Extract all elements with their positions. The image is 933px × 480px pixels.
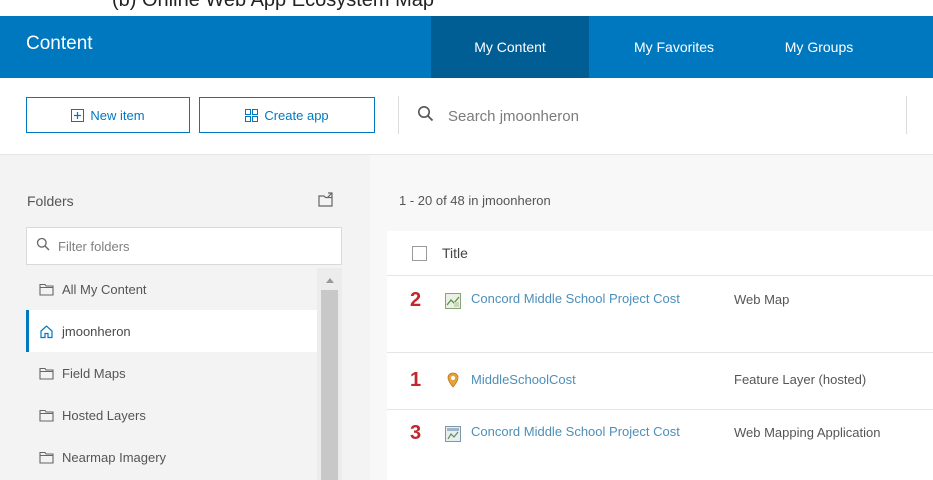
top-header: Content My Content My Favorites My Group… (0, 16, 933, 78)
filter-folders-box (26, 227, 342, 265)
search-input[interactable] (446, 106, 850, 126)
scrollbar-thumb[interactable] (321, 290, 338, 480)
table-header: Title (387, 231, 933, 276)
table-row: 2 Concord Middle School Project Cost Web… (387, 276, 933, 353)
table-row: 3 Concord Middle School Project Cost Web… (387, 410, 933, 480)
figure-caption: (b) Online Web App Ecosystem Map (0, 0, 933, 16)
folders-sidebar: Folders All My Content jmoonheron Field … (0, 155, 370, 480)
table-row: 1 MiddleSchoolCost Feature Layer (hosted… (387, 353, 933, 410)
folder-list: All My Content jmoonheron Field Maps Hos… (26, 268, 317, 480)
toolbar-divider (398, 96, 399, 134)
folder-icon (39, 282, 54, 297)
new-folder-icon[interactable] (318, 192, 334, 212)
sidebar-item-label: jmoonheron (62, 323, 131, 339)
item-type: Web Map (734, 292, 790, 307)
feature-layer-icon (445, 372, 461, 388)
sidebar-item-label: Nearmap Imagery (62, 449, 167, 465)
item-title-link[interactable]: MiddleSchoolCost (471, 369, 711, 391)
web-map-icon (445, 293, 461, 309)
web-app-icon (445, 426, 461, 442)
results-count: 1 - 20 of 48 in jmoonheron (399, 193, 551, 208)
sidebar-item-label: All My Content (62, 281, 147, 297)
app-grid-icon (245, 108, 259, 122)
column-header-title[interactable]: Title (442, 245, 468, 261)
filter-folders-input[interactable] (56, 237, 320, 255)
item-type: Feature Layer (hosted) (734, 372, 867, 387)
tab-my-groups[interactable]: My Groups (760, 16, 878, 78)
sidebar-item-label: Hosted Layers (62, 407, 146, 423)
toolbar-divider-right (906, 96, 907, 134)
sidebar-item-jmoonheron[interactable]: jmoonheron (26, 310, 317, 352)
item-title-link[interactable]: Concord Middle School Project Cost (471, 421, 711, 443)
row-number: 2 (410, 289, 422, 311)
toolbar: New item Create app (0, 78, 933, 155)
item-title-link[interactable]: Concord Middle School Project Cost (471, 288, 711, 310)
item-type: Web Mapping Application (734, 425, 881, 440)
sidebar-item-field-maps[interactable]: Field Maps (26, 352, 317, 394)
search-icon (36, 237, 50, 256)
folder-list-scrollbar[interactable] (317, 268, 342, 480)
folders-heading: Folders (27, 193, 74, 209)
new-item-label: New item (90, 107, 145, 123)
plus-square-icon (71, 108, 85, 122)
folder-icon (39, 450, 54, 465)
new-item-button[interactable]: New item (26, 97, 190, 133)
folder-icon (39, 408, 54, 423)
page-title: Content (26, 33, 93, 54)
figure-caption-text: (b) Online Web App Ecosystem Map (112, 0, 434, 11)
search-bar (417, 100, 897, 132)
scroll-up-arrow-icon[interactable] (326, 278, 334, 283)
sidebar-item-nearmap-imagery[interactable]: Nearmap Imagery (26, 436, 317, 478)
row-number: 1 (410, 369, 422, 391)
create-app-button[interactable]: Create app (199, 97, 375, 133)
sidebar-item-label: Field Maps (62, 365, 126, 381)
content-table: Title 2 Concord Middle School Project Co… (387, 231, 933, 480)
sidebar-item-hosted-layers[interactable]: Hosted Layers (26, 394, 317, 436)
folder-icon (39, 366, 54, 381)
home-icon (39, 324, 54, 339)
create-app-label: Create app (264, 107, 329, 123)
tab-my-content[interactable]: My Content (431, 16, 589, 78)
search-icon (417, 105, 434, 127)
tab-my-favorites[interactable]: My Favorites (600, 16, 748, 78)
row-number: 3 (410, 422, 422, 444)
select-all-checkbox[interactable] (412, 245, 427, 261)
content-main: 1 - 20 of 48 in jmoonheron Title 2 Conco… (370, 155, 933, 480)
sidebar-item-all-my-content[interactable]: All My Content (26, 268, 317, 310)
